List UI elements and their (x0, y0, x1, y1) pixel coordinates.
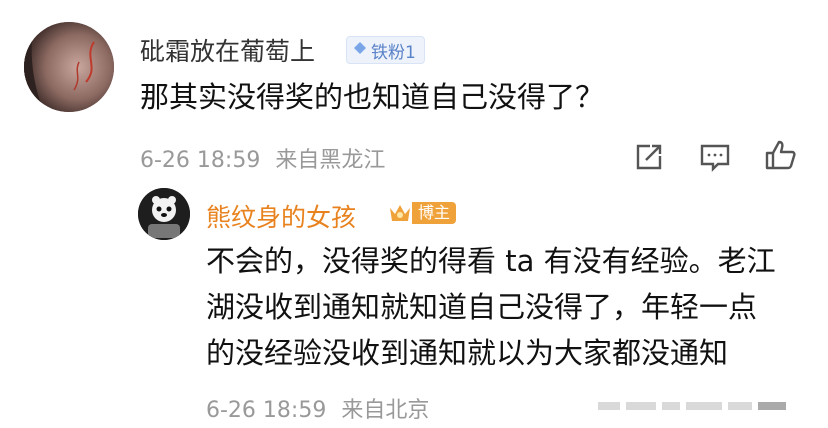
reply-time: 6-26 18:59 (206, 398, 327, 423)
fan-badge: 铁粉1 (346, 36, 425, 64)
reply-line: 的没经验没收到通知就以为大家都没通知 (206, 336, 729, 370)
watermark (598, 396, 818, 416)
blogger-badge: 博主 (386, 200, 457, 226)
reply-text: 不会的，没得奖的得看 ta 有没有经验。老江 湖没收到通知就知道自己没得了，年轻… (206, 238, 776, 376)
comment-timestamp: 6-26 18:59 来自黑龙江 (140, 142, 385, 174)
reply-line: 湖没收到通知就知道自己没得了，年轻一点 (206, 290, 758, 324)
comment-icon[interactable] (698, 140, 732, 174)
commenter-username[interactable]: 砒霜放在葡萄上 (140, 32, 315, 68)
crown-icon (386, 200, 414, 226)
replier-avatar[interactable] (138, 188, 190, 240)
fan-badge-label: 铁粉1 (371, 42, 416, 63)
commenter-avatar[interactable] (24, 22, 114, 112)
reply-location: 来自北京 (341, 398, 430, 423)
comment-location: 来自黑龙江 (275, 148, 386, 173)
comment-text: 那其实没得奖的也知道自己没得了？ (140, 80, 605, 114)
reply-timestamp: 6-26 18:59 来自北京 (206, 392, 429, 424)
like-icon[interactable] (764, 138, 798, 172)
share-icon[interactable] (632, 140, 666, 174)
diamond-icon (353, 40, 367, 60)
comment-time: 6-26 18:59 (140, 148, 261, 173)
reply-line: 不会的，没得奖的得看 ta 有没有经验。老江 (206, 244, 776, 278)
blogger-badge-label: 博主 (412, 202, 457, 224)
replier-username[interactable]: 熊纹身的女孩 (206, 198, 356, 234)
